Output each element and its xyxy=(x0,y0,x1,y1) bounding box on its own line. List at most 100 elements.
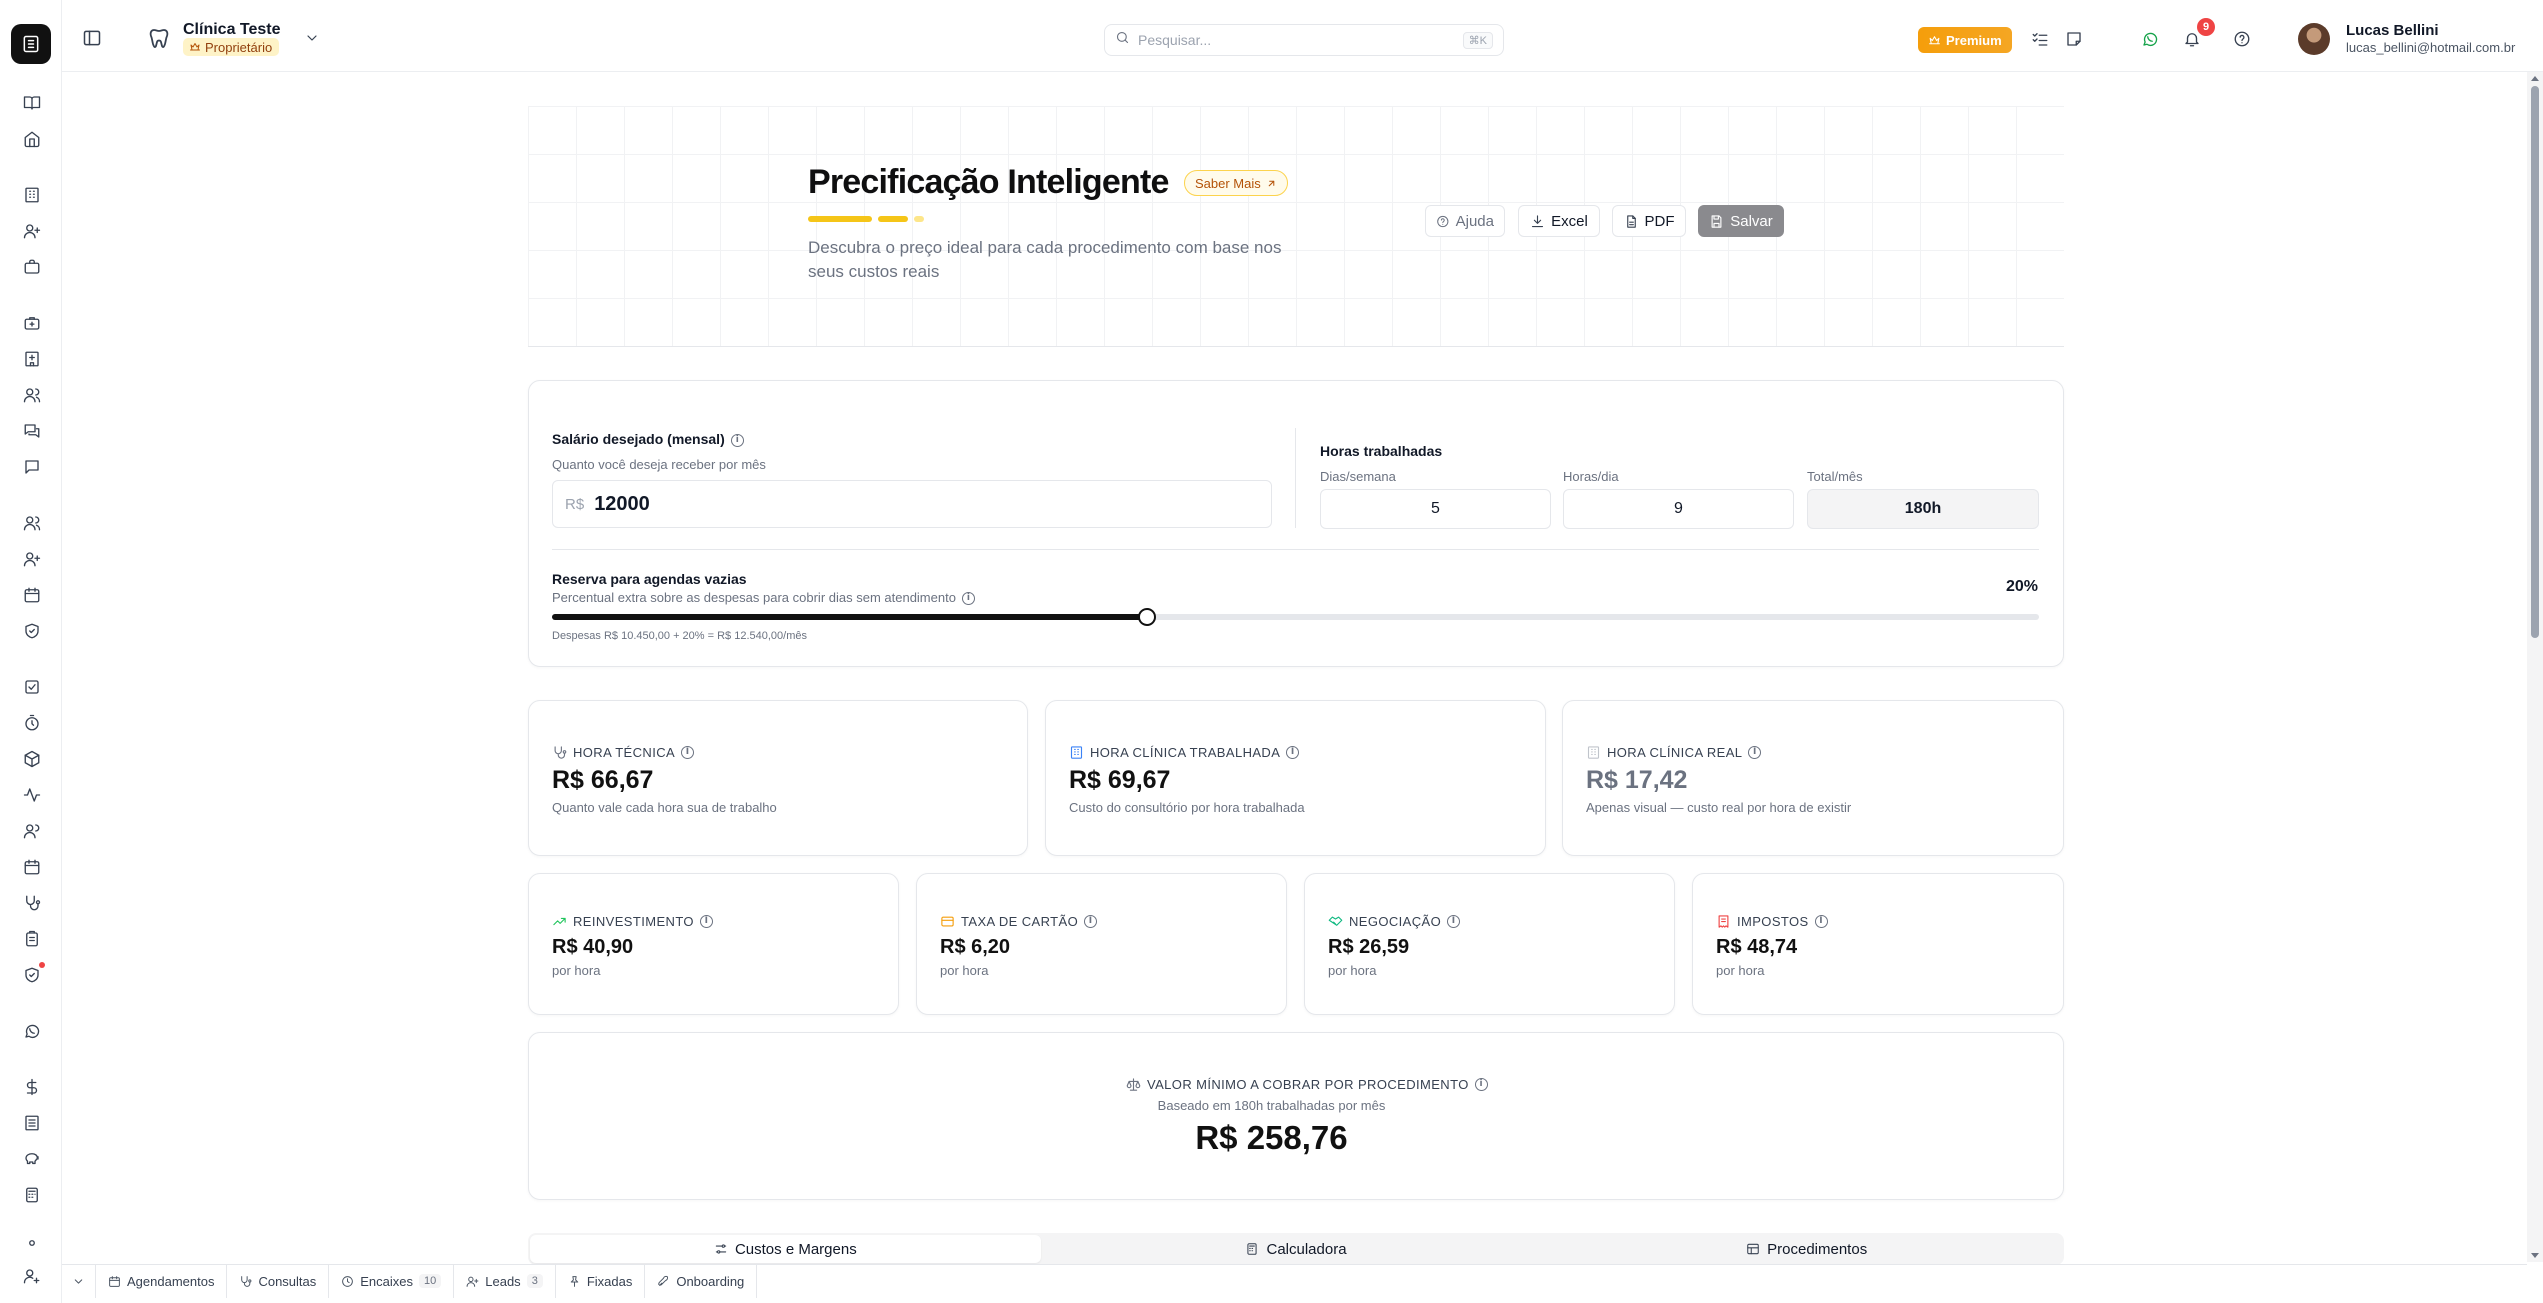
stethoscope-icon[interactable] xyxy=(22,893,42,913)
salary-label-text: Salário desejado (mensal) xyxy=(552,431,725,447)
excel-button-label: Excel xyxy=(1551,212,1588,230)
checkbox-icon[interactable] xyxy=(22,677,42,697)
pdf-button-label: PDF xyxy=(1644,212,1675,230)
app-logo[interactable] xyxy=(11,24,51,64)
help-circle-icon[interactable] xyxy=(2232,29,2252,49)
premium-button[interactable]: Premium xyxy=(1918,27,2012,53)
users-icon[interactable] xyxy=(22,385,42,405)
messages-icon[interactable] xyxy=(22,421,42,441)
info-icon[interactable]: i xyxy=(961,592,975,606)
sidebar-toggle-icon[interactable] xyxy=(82,28,102,48)
whatsapp-icon[interactable] xyxy=(22,1021,42,1041)
timer-icon[interactable] xyxy=(22,713,42,733)
title-accent-bars xyxy=(808,216,924,222)
reserve-slider-fill xyxy=(552,614,1147,620)
download-icon xyxy=(1532,214,1544,227)
scroll-up-arrow[interactable] xyxy=(2531,76,2539,81)
info-icon[interactable]: i xyxy=(1474,1078,1488,1091)
user-plus-icon xyxy=(466,1276,479,1287)
excel-button[interactable]: Excel xyxy=(1518,205,1600,237)
info-icon[interactable]: i xyxy=(1748,746,1762,759)
bottom-item-label: Agendamentos xyxy=(127,1273,215,1289)
tab-procedimentos[interactable]: Procedimentos xyxy=(1551,1235,2062,1263)
info-icon[interactable]: i xyxy=(1286,746,1300,759)
info-icon[interactable]: i xyxy=(681,746,695,759)
hours-per-day-input[interactable] xyxy=(1563,489,1794,529)
schedule-icon[interactable] xyxy=(22,857,42,877)
tooth-icon xyxy=(147,26,171,52)
scroll-down-arrow[interactable] xyxy=(2531,1253,2539,1258)
metric-label: Reinvestimento i xyxy=(552,914,713,929)
salary-field[interactable]: R$ xyxy=(552,480,1272,528)
user-name[interactable]: Lucas Bellini xyxy=(2346,22,2439,39)
bottom-item-onboarding[interactable]: Onboarding xyxy=(645,1264,758,1298)
crown-icon xyxy=(1929,35,1940,44)
clipboard-icon[interactable] xyxy=(22,929,42,949)
tabs: Custos e Margens Calculadora Procediment… xyxy=(528,1233,2064,1265)
bottom-item-label: Consultas xyxy=(258,1273,317,1289)
activity-icon[interactable] xyxy=(22,785,42,805)
bottom-item-fixadas[interactable]: Fixadas xyxy=(556,1264,646,1298)
clinic-name[interactable]: Clínica Teste xyxy=(183,21,281,39)
bottom-item-label: Encaixes xyxy=(360,1273,414,1289)
chevron-down-icon[interactable] xyxy=(304,30,320,46)
user-avatar[interactable] xyxy=(2298,23,2330,55)
minimum-value-label-text: VALOR MÍNIMO A COBRAR POR PROCEDIMENTO xyxy=(1147,1077,1469,1092)
search-input[interactable] xyxy=(1138,32,1463,48)
user-plus-icon[interactable] xyxy=(22,221,42,241)
page-scrollbar[interactable] xyxy=(2527,72,2543,1262)
info-icon[interactable]: i xyxy=(730,433,744,447)
calendar-icon[interactable] xyxy=(22,585,42,605)
info-icon[interactable]: i xyxy=(1814,915,1828,928)
info-icon[interactable]: i xyxy=(1447,915,1461,928)
info-icon[interactable]: i xyxy=(699,915,713,928)
bottom-item-agendamentos[interactable]: Agendamentos xyxy=(96,1264,228,1298)
user-add-icon[interactable] xyxy=(22,549,42,569)
dollar-icon[interactable] xyxy=(22,1077,42,1097)
tab-custos-e-margens[interactable]: Custos e Margens xyxy=(530,1235,1041,1263)
home-icon[interactable] xyxy=(22,129,42,149)
metric-desc: por hora xyxy=(1716,963,1765,978)
building-icon[interactable] xyxy=(22,185,42,205)
save-button[interactable]: Salvar xyxy=(1698,205,1784,237)
briefcase-icon[interactable] xyxy=(22,257,42,277)
book-open-icon[interactable] xyxy=(22,93,42,113)
message-square-icon[interactable] xyxy=(22,457,42,477)
reserve-slider-thumb[interactable] xyxy=(1137,608,1156,626)
user-settings-icon[interactable] xyxy=(22,1266,42,1286)
saber-mais-label: Saber Mais xyxy=(1195,175,1261,191)
pdf-button[interactable]: PDF xyxy=(1612,205,1686,237)
info-icon[interactable]: i xyxy=(1084,915,1098,928)
bottom-item-leads[interactable]: Leads 3 xyxy=(454,1264,556,1298)
saber-mais-button[interactable]: Saber Mais xyxy=(1184,170,1288,196)
whatsapp-header-icon[interactable] xyxy=(2140,29,2160,49)
minimum-value-card xyxy=(528,1032,2064,1200)
scrollbar-thumb[interactable] xyxy=(2531,86,2539,638)
task-list-icon[interactable] xyxy=(2030,29,2050,49)
clock-icon xyxy=(342,1275,354,1287)
hero-section xyxy=(528,106,2064,347)
shield-check-icon[interactable] xyxy=(22,621,42,641)
help-button[interactable]: Ajuda xyxy=(1425,205,1505,237)
table-icon xyxy=(1747,1243,1759,1255)
shield-alert-icon[interactable] xyxy=(22,962,45,985)
metric-value: R$ 17,42 xyxy=(1586,766,1688,794)
tab-calculadora[interactable]: Calculadora xyxy=(1041,1235,1552,1263)
salary-input[interactable] xyxy=(594,492,1195,516)
more-icon[interactable] xyxy=(22,1240,42,1246)
bottom-item-consultas[interactable]: Consultas xyxy=(227,1264,330,1298)
briefcase-medical-icon[interactable] xyxy=(22,313,42,333)
hospital-icon[interactable] xyxy=(22,349,42,369)
group-icon[interactable] xyxy=(22,821,42,841)
reserve-sublabel: Percentual extra sobre as despesas para … xyxy=(552,590,975,606)
days-per-week-label: Dias/semana xyxy=(1320,469,1396,484)
search-box[interactable]: ⌘K xyxy=(1104,24,1504,56)
team-icon[interactable] xyxy=(22,513,42,533)
sticky-note-icon[interactable] xyxy=(2064,29,2084,49)
bottom-item-encaixes[interactable]: Encaixes 10 xyxy=(329,1264,455,1298)
bottom-bar-toggle[interactable] xyxy=(62,1264,96,1298)
days-per-week-input[interactable] xyxy=(1320,489,1551,529)
calculator-icon[interactable] xyxy=(22,1185,42,1205)
package-icon[interactable] xyxy=(22,749,42,769)
reserve-slider[interactable] xyxy=(552,608,2039,626)
